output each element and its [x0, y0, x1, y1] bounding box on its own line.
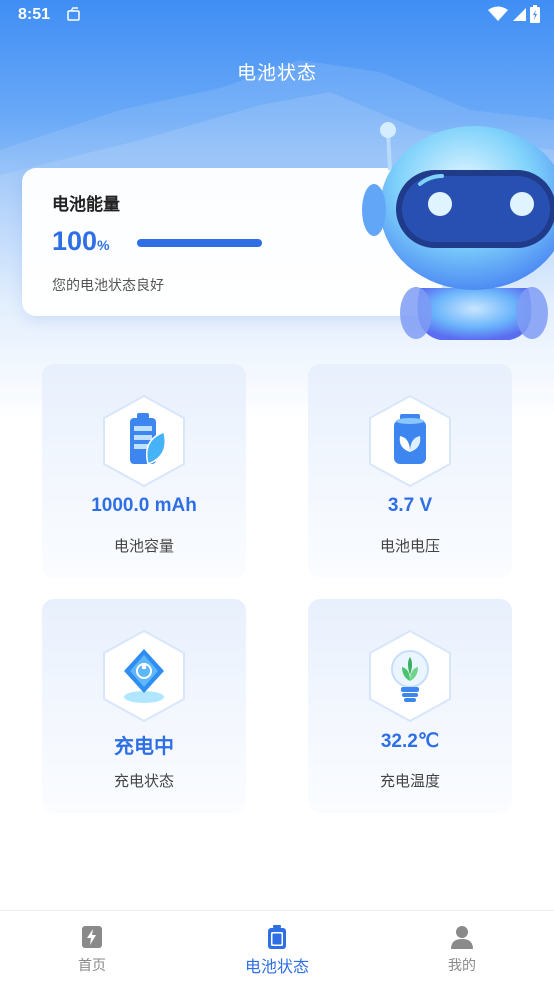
- energy-description: 您的电池状态良好: [52, 278, 164, 294]
- capacity-label: 电池容量: [113, 537, 174, 555]
- charging-status-tile: 充电中 充电状态: [42, 599, 246, 813]
- battery-icon: [268, 925, 286, 949]
- voltage-value: 3.7 V: [387, 495, 433, 516]
- bottom-navigation: 首页 电池状态 我的: [0, 910, 554, 984]
- charging-temperature-tile: 32.2℃ 充电温度: [308, 599, 512, 813]
- charging-plug-icon: [103, 629, 185, 723]
- nav-label-profile: 我的: [448, 958, 476, 974]
- home-bolt-icon: [82, 926, 102, 948]
- temperature-value: 32.2℃: [380, 731, 440, 752]
- robot-mascot-icon: [362, 122, 554, 340]
- nav-item-home[interactable]: 首页: [0, 911, 184, 984]
- status-bar: 8:51: [0, 0, 554, 32]
- eco-battery-icon: [369, 394, 451, 488]
- capacity-value: 1000.0 mAh: [91, 495, 197, 516]
- nav-label-home: 首页: [78, 958, 106, 974]
- temperature-label: 充电温度: [379, 772, 440, 790]
- energy-progress-fill: [137, 239, 262, 247]
- charging-status-label: 充电状态: [113, 772, 174, 790]
- voltage-tile: 3.7 V 电池电压: [308, 364, 512, 578]
- profile-icon: [451, 926, 473, 949]
- capacity-tile: 1000.0 mAh 电池容量: [42, 364, 246, 578]
- plant-bulb-icon: [369, 629, 451, 723]
- nav-item-battery-status[interactable]: 电池状态: [185, 911, 369, 984]
- nav-label-battery-status: 电池状态: [244, 957, 309, 976]
- charging-status-value: 充电中: [114, 734, 174, 758]
- battery-leaf-icon: [103, 394, 185, 488]
- voltage-label: 电池电压: [379, 537, 440, 555]
- energy-number: 100: [52, 226, 98, 256]
- status-time: 8:51: [18, 6, 51, 23]
- signal-icon: [513, 8, 526, 21]
- energy-unit: %: [97, 237, 110, 253]
- battery-status-icon: [530, 5, 540, 23]
- energy-label: 电池能量: [52, 195, 120, 215]
- wifi-icon: [488, 6, 508, 21]
- page-title: 电池状态: [236, 62, 317, 84]
- energy-progress-bar: [137, 239, 262, 247]
- notification-icon: [66, 7, 82, 27]
- energy-value: 100%: [52, 226, 110, 257]
- nav-item-profile[interactable]: 我的: [370, 911, 554, 984]
